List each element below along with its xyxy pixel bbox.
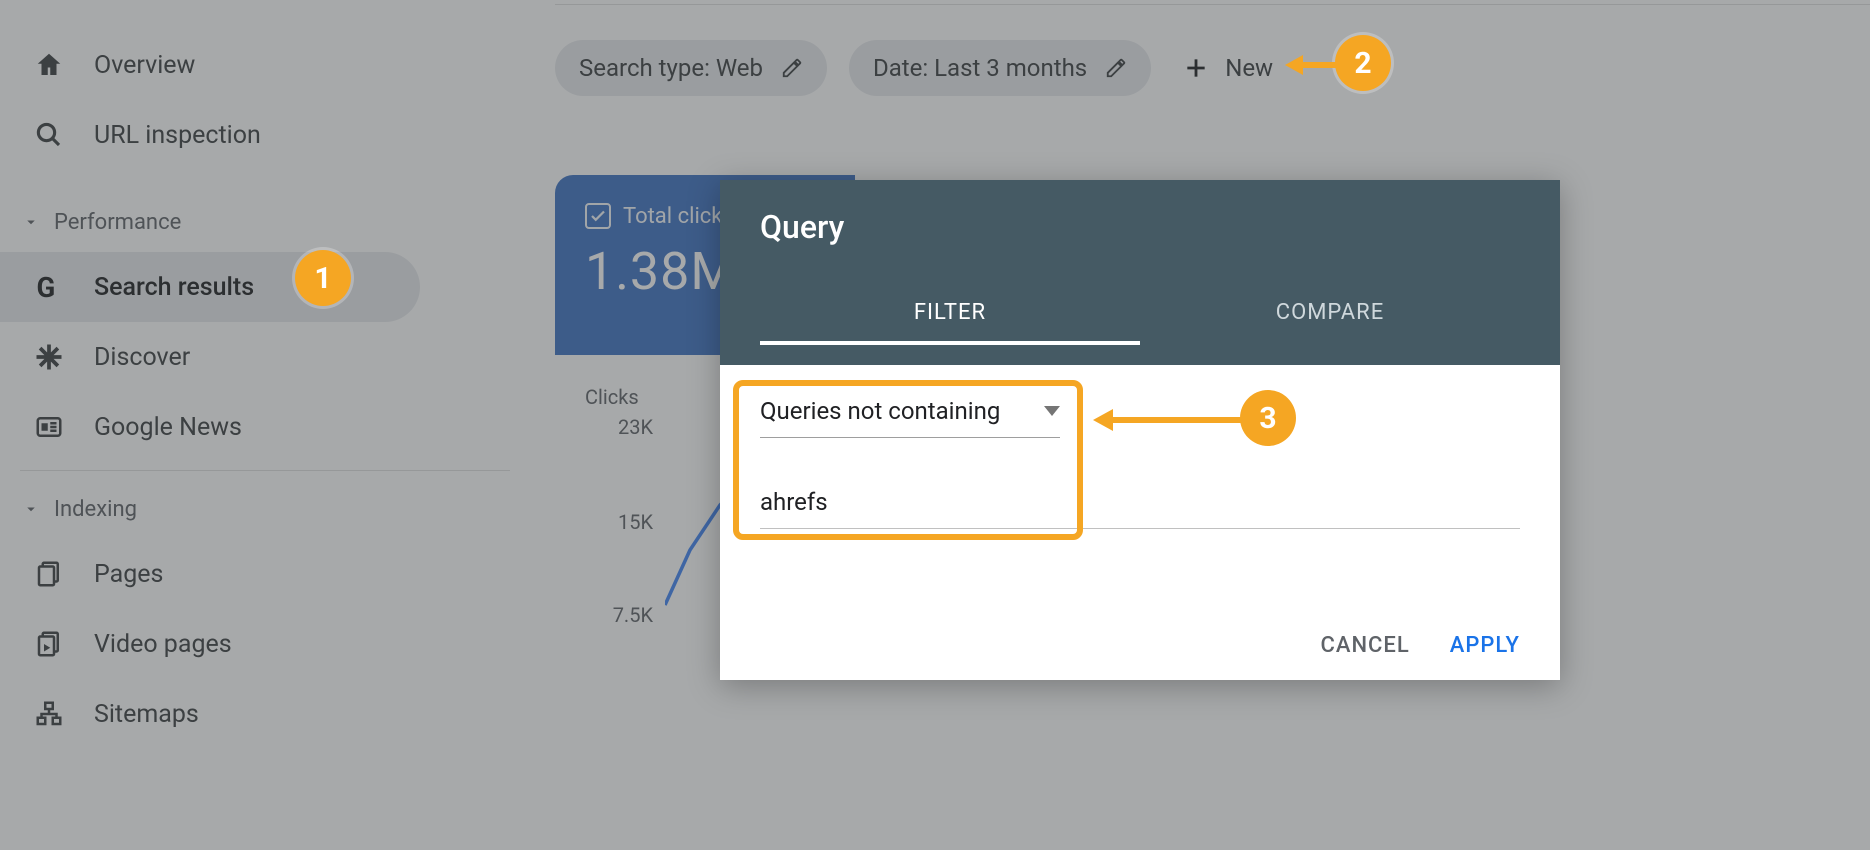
tab-filter[interactable]: FILTER	[760, 300, 1140, 345]
sidebar-item-discover[interactable]: Discover	[0, 322, 420, 392]
sidebar-item-google-news[interactable]: Google News	[0, 392, 420, 462]
chart-tick-1: 15K	[603, 510, 653, 534]
dialog-title: Query	[760, 208, 1520, 246]
apply-button[interactable]: APPLY	[1450, 633, 1520, 658]
dropdown-value: Queries not containing	[760, 397, 1000, 425]
cancel-button[interactable]: CANCEL	[1321, 633, 1410, 658]
sidebar-item-overview[interactable]: Overview	[0, 30, 420, 100]
sidebar-item-search-results[interactable]: G Search results	[0, 252, 420, 322]
annotation-badge-1: 1	[295, 250, 351, 306]
divider	[555, 4, 1870, 5]
dialog-tabs: FILTER COMPARE	[760, 300, 1520, 345]
checkbox-checked-icon	[585, 203, 611, 229]
query-match-dropdown[interactable]: Queries not containing	[760, 393, 1060, 438]
query-text-input[interactable]	[760, 482, 1520, 529]
video-pages-icon	[32, 627, 66, 661]
svg-text:G: G	[37, 272, 56, 302]
sidebar: Overview URL inspection Performance G Se…	[0, 0, 530, 850]
sidebar-section-indexing[interactable]: Indexing	[0, 479, 530, 539]
sidebar-section-label-indexing: Indexing	[54, 497, 137, 522]
sidebar-label-discover: Discover	[94, 343, 190, 372]
sidebar-label-pages: Pages	[94, 560, 163, 589]
sitemap-icon	[32, 697, 66, 731]
chart-tick-2: 7.5K	[603, 603, 653, 627]
annotation-arrow-2	[1285, 48, 1345, 82]
sidebar-item-video-pages[interactable]: Video pages	[0, 609, 420, 679]
chart-tick-0: 23K	[603, 415, 653, 439]
chart-ylabel: Clicks	[585, 385, 639, 409]
chip-search-type-label: Search type: Web	[579, 54, 763, 82]
annotation-badge-3: 3	[1240, 390, 1296, 446]
chevron-down-icon	[22, 500, 40, 518]
sidebar-label-google-news: Google News	[94, 413, 242, 442]
sidebar-item-sitemaps[interactable]: Sitemaps	[0, 679, 420, 749]
sidebar-label-search-results: Search results	[94, 273, 254, 302]
chip-search-type[interactable]: Search type: Web	[555, 40, 827, 96]
new-filter-button[interactable]: New	[1173, 40, 1283, 96]
sidebar-label-url-inspection: URL inspection	[94, 121, 261, 150]
annotation-arrow-3	[1093, 403, 1248, 437]
pencil-icon	[1105, 57, 1127, 79]
sidebar-divider	[20, 470, 510, 471]
dropdown-caret-icon	[1044, 406, 1060, 416]
pages-icon	[32, 557, 66, 591]
chip-date[interactable]: Date: Last 3 months	[849, 40, 1151, 96]
sidebar-label-sitemaps: Sitemaps	[94, 700, 199, 729]
filter-bar: Search type: Web Date: Last 3 months New	[555, 40, 1283, 96]
metric-clicks-label: Total click	[623, 204, 722, 229]
tab-compare[interactable]: COMPARE	[1140, 300, 1520, 345]
chip-date-label: Date: Last 3 months	[873, 54, 1087, 82]
dialog-header: Query FILTER COMPARE	[720, 180, 1560, 365]
sidebar-item-url-inspection[interactable]: URL inspection	[0, 100, 420, 170]
sidebar-label-video-pages: Video pages	[94, 630, 232, 659]
search-icon	[32, 118, 66, 152]
sidebar-section-label-performance: Performance	[54, 210, 181, 235]
dialog-actions: CANCEL APPLY	[720, 633, 1560, 680]
home-icon	[32, 48, 66, 82]
asterisk-icon	[32, 340, 66, 374]
plus-icon	[1183, 55, 1209, 81]
sidebar-label-overview: Overview	[94, 51, 195, 80]
news-icon	[32, 410, 66, 444]
pencil-icon	[781, 57, 803, 79]
sidebar-item-pages[interactable]: Pages	[0, 539, 420, 609]
new-filter-label: New	[1225, 54, 1273, 82]
google-g-icon: G	[32, 270, 66, 304]
sidebar-section-performance[interactable]: Performance	[0, 192, 530, 252]
chevron-down-icon	[22, 213, 40, 231]
